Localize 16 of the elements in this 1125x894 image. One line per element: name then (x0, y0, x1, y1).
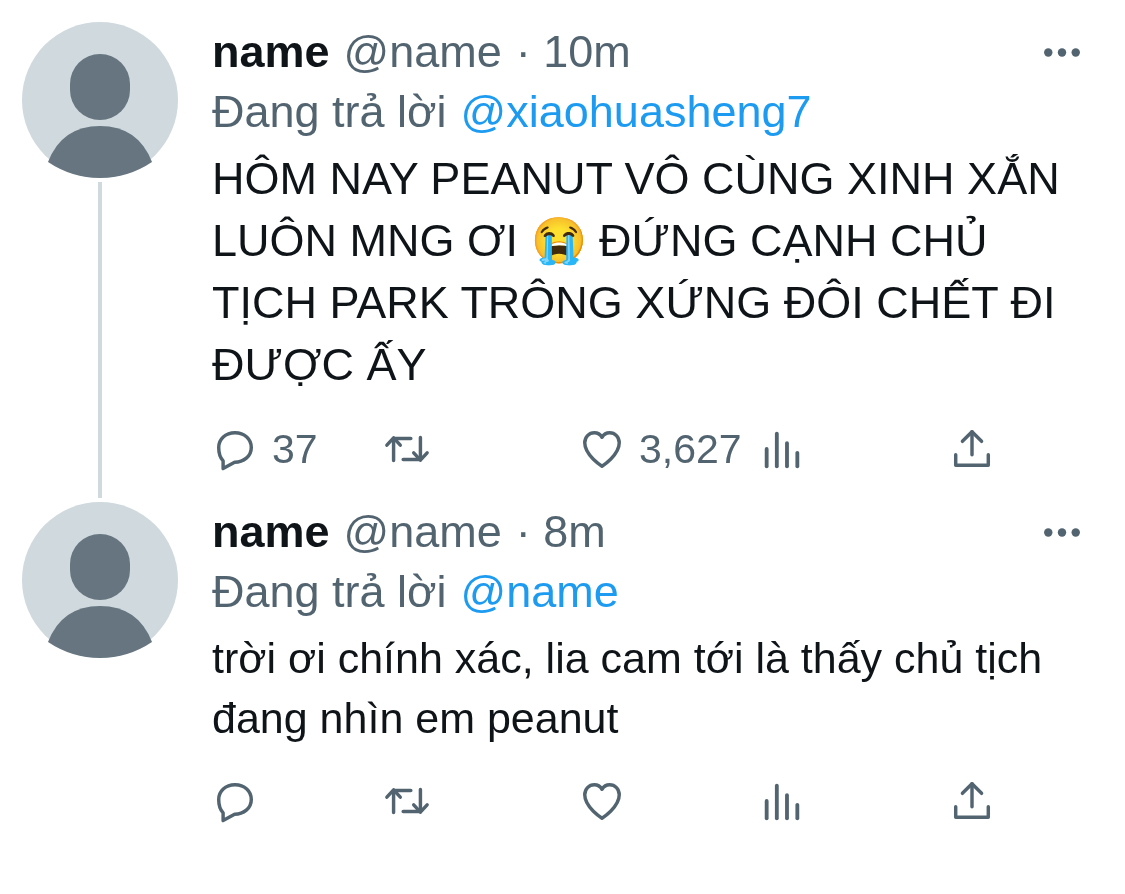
tweet-text: trời ơi chính xác, lia cam tới là thấy chủ tịch đang nhìn em peanut (212, 633, 1044, 744)
user-name[interactable]: name (212, 506, 330, 558)
tweet-text: HÔM NAY PEANUT VÔ CÙNG XINH XẮN LUÔN MNG ƠI 😭 ĐỨNG CẠNH CHỦ TỊCH PARK TRÔNG XỨNG ĐÔI CHẾT ĐI ĐƯỢC ẤY (212, 152, 1061, 392)
replying-label: Đang trả lời (212, 86, 447, 138)
action-count: 3,627 (639, 425, 742, 473)
tweet-time: · 10m (515, 26, 631, 78)
more-icon[interactable] (1043, 46, 1081, 58)
replying-label: Đang trả lời (212, 566, 447, 618)
user-handle: @name (343, 26, 502, 78)
user-handle: @name (343, 506, 502, 558)
user-name[interactable]: name (212, 26, 330, 78)
more-icon[interactable] (1043, 526, 1081, 538)
avatar-icon[interactable] (22, 22, 178, 178)
action-count: 37 (272, 425, 318, 473)
tweet-time: · 8m (515, 506, 606, 558)
avatar-icon[interactable] (22, 502, 178, 658)
